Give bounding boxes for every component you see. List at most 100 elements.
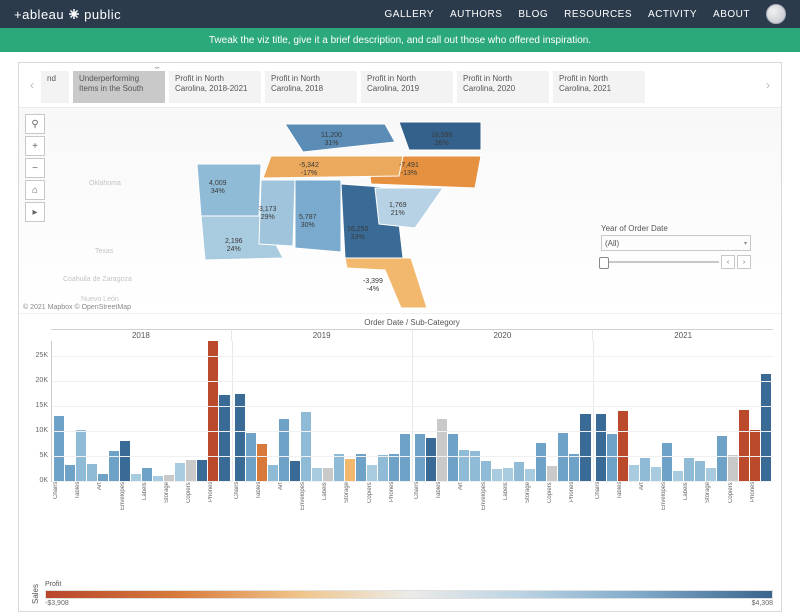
story-tab[interactable]: Profit in North Carolina, 2021 [553,71,645,103]
bar[interactable] [739,410,749,481]
bar[interactable] [492,469,502,481]
bar[interactable] [301,412,311,481]
bar[interactable] [437,419,447,482]
bar[interactable] [706,468,716,481]
x-tick-label: Storage [705,482,715,534]
bar[interactable] [629,465,639,482]
bar[interactable] [728,455,738,481]
bar[interactable] [120,441,130,481]
bar[interactable] [717,436,727,482]
map-home-button[interactable]: ⌂ [25,180,45,200]
story-tab[interactable]: Profit in North Carolina, 2019 [361,71,453,103]
bar[interactable] [673,471,683,482]
bar[interactable] [547,466,557,481]
bar[interactable] [426,438,436,481]
bar[interactable] [503,468,513,481]
bar[interactable] [279,419,289,482]
bar[interactable] [525,469,535,481]
story-tab[interactable]: Profit in North Carolina, 2018 [265,71,357,103]
state-florida[interactable] [345,258,427,308]
story-prev-button[interactable]: ‹ [23,70,41,100]
map-pan-button[interactable]: ▸ [25,202,45,222]
refresh-icon[interactable]: ↺ [153,67,161,72]
year-slider[interactable]: ‹ › [601,255,751,269]
state-alabama[interactable] [295,180,341,252]
story-tab[interactable]: ↺Underperforming Items in the South [73,71,165,103]
bar[interactable] [378,455,388,481]
avatar[interactable] [766,4,786,24]
state-south-carolina[interactable] [375,188,443,228]
bar[interactable] [596,414,606,482]
story-next-button[interactable]: › [759,70,777,100]
slider-track[interactable] [601,261,719,263]
map-panel[interactable]: ⚲ + − ⌂ ▸ OklahomaTexasCoahuila de Zarag… [19,108,781,314]
state-kentucky[interactable] [285,124,395,152]
map-zoom-out-button[interactable]: − [25,158,45,178]
slider-thumb[interactable] [599,257,609,269]
viz-area: ⚲ + − ⌂ ▸ OklahomaTexasCoahuila de Zarag… [19,108,781,611]
bar[interactable] [684,458,694,481]
nav-blog[interactable]: BLOG [518,9,548,20]
brand-logo[interactable]: +ableau public [14,7,121,22]
bar[interactable] [415,434,425,482]
bar[interactable] [334,454,344,482]
bar[interactable] [219,395,229,482]
bar[interactable] [651,467,661,481]
bar[interactable] [65,465,75,481]
bar[interactable] [459,450,469,482]
bar[interactable] [356,454,366,482]
bar[interactable] [98,474,108,482]
bar[interactable] [389,454,399,482]
x-tick-label: Envelopes [481,482,491,534]
bar-plot[interactable]: 0K5K10K15K20K25K [51,341,773,482]
story-tab[interactable]: Profit in North Carolina, 2020 [457,71,549,103]
bar[interactable] [197,460,207,482]
bar[interactable] [618,411,628,481]
bar[interactable] [175,463,185,481]
bar[interactable] [367,465,377,482]
bar[interactable] [448,434,458,481]
bar[interactable] [131,474,141,481]
nav-authors[interactable]: AUTHORS [450,9,502,20]
bar[interactable] [268,465,278,481]
bar[interactable] [142,468,152,482]
bar[interactable] [695,461,705,481]
x-tick-label: Copiers [728,482,738,534]
slider-prev-button[interactable]: ‹ [721,255,735,269]
nav-activity[interactable]: ACTIVITY [648,9,697,20]
bar[interactable] [87,464,97,481]
bar[interactable] [290,461,300,481]
story-tab-label: Profit in North Carolina, 2021 [559,74,611,93]
bar[interactable] [481,461,491,481]
year-filter-select[interactable]: (All) ▾ [601,235,751,251]
bar[interactable] [569,454,579,482]
story-tab[interactable]: Profit in North Carolina, 2018-2021 [169,71,261,103]
nav-resources[interactable]: RESOURCES [564,9,632,20]
bar[interactable] [323,468,333,481]
state-tennessee[interactable] [263,156,403,178]
map-search-button[interactable]: ⚲ [25,114,45,134]
bar[interactable] [312,468,322,481]
nav-about[interactable]: ABOUT [713,9,750,20]
story-tab[interactable]: nd [41,71,69,103]
map-zoom-in-button[interactable]: + [25,136,45,156]
bar[interactable] [257,444,267,482]
story-tab-label: Profit in North Carolina, 2018-2021 [175,74,248,93]
bar[interactable] [607,434,617,481]
bar[interactable] [580,414,590,482]
state-virginia[interactable] [399,122,481,150]
bar[interactable] [761,374,771,482]
bar[interactable] [662,443,672,482]
nav-gallery[interactable]: GALLERY [385,9,434,20]
bar[interactable] [514,462,524,481]
bar[interactable] [400,434,410,481]
bar[interactable] [536,443,546,482]
bar[interactable] [640,458,650,481]
state-mississippi[interactable] [259,180,295,246]
bar[interactable] [345,459,355,481]
bar[interactable] [208,341,218,481]
bar[interactable] [54,416,64,481]
slider-next-button[interactable]: › [737,255,751,269]
bar[interactable] [186,460,196,481]
state-arkansas[interactable] [197,164,261,218]
